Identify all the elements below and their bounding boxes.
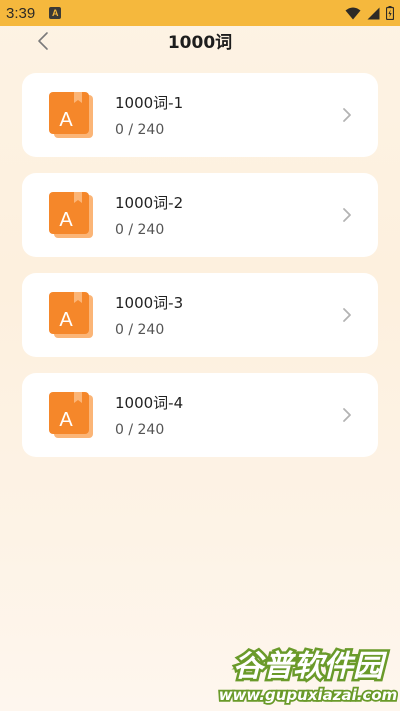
chevron-right-icon (343, 208, 351, 222)
svg-text:A: A (59, 309, 73, 331)
status-time: 3:39 (6, 4, 36, 22)
word-list-item-2[interactable]: A 1000词-2 0 / 240 (22, 173, 378, 257)
header: 1000词 (0, 26, 400, 56)
word-list-item-1[interactable]: A 1000词-1 0 / 240 (22, 73, 378, 157)
watermark-url: www.gupuxiazai.com (219, 686, 398, 704)
word-list-item-3[interactable]: A 1000词-3 0 / 240 (22, 273, 378, 357)
notification-app-icon: A (49, 7, 62, 19)
svg-text:A: A (59, 209, 73, 231)
word-list-item-text: 1000词-4 0 / 240 (115, 393, 183, 440)
word-list-item-title: 1000词-4 (115, 394, 184, 412)
word-list-item-progress: 0 / 240 (115, 422, 165, 438)
status-icons (345, 6, 394, 20)
wifi-icon (345, 7, 361, 19)
word-list-item-text: 1000词-2 0 / 240 (115, 193, 183, 240)
word-list-item-text: 1000词-3 0 / 240 (115, 293, 183, 340)
chevron-right-icon (343, 108, 351, 122)
chevron-right-icon (343, 408, 351, 422)
svg-text:A: A (59, 109, 73, 131)
status-bar: 3:39 A (0, 0, 400, 26)
word-list-item-text: 1000词-1 0 / 240 (115, 93, 183, 140)
book-a-icon: A (49, 292, 93, 338)
word-list-item-progress: 0 / 240 (115, 222, 165, 238)
svg-text:A: A (59, 409, 73, 431)
watermark-logo: 谷普软件园 www.gupuxiazai.com (218, 647, 398, 706)
word-list-item-progress: 0 / 240 (115, 122, 165, 138)
signal-icon (367, 7, 380, 19)
book-a-icon: A (49, 92, 93, 138)
page-title: 1000词 (167, 33, 233, 53)
watermark-title: 谷普软件园 (233, 649, 388, 684)
word-list-item-title: 1000词-2 (115, 194, 184, 212)
chevron-right-icon (343, 308, 351, 322)
word-list-item-title: 1000词-1 (115, 94, 184, 112)
word-list-item-progress: 0 / 240 (115, 322, 165, 338)
word-list: A 1000词-1 0 / 240 A 1000词-2 0 / 240 A 10… (22, 73, 378, 473)
battery-icon (386, 6, 394, 20)
word-list-item-title: 1000词-3 (115, 294, 184, 312)
word-list-item-4[interactable]: A 1000词-4 0 / 240 (22, 373, 378, 457)
book-a-icon: A (49, 392, 93, 438)
book-a-icon: A (49, 192, 93, 238)
